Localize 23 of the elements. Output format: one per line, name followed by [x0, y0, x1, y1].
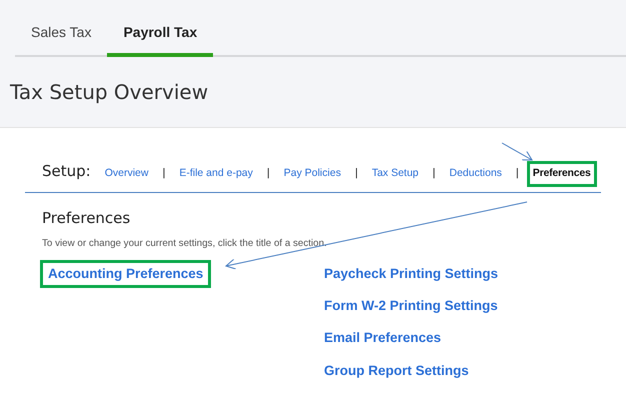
separator: |: [354, 166, 358, 181]
setup-link[interactable]: Deductions: [443, 161, 508, 187]
settings-link[interactable]: Form W-2 Printing Settings: [316, 292, 506, 320]
page-title: Tax Setup Overview: [10, 79, 210, 106]
settings-link[interactable]: Paycheck Printing Settings: [316, 260, 506, 288]
setup-link[interactable]: Tax Setup: [366, 161, 425, 187]
settings-link[interactable]: Email Preferences: [316, 324, 450, 353]
section-heading: Preferences: [42, 208, 132, 229]
tab[interactable]: Sales Tax: [15, 14, 108, 57]
setup-link[interactable]: Overview: [98, 161, 154, 187]
settings-link[interactable]: Accounting Preferences: [40, 260, 212, 288]
settings-link[interactable]: Group Report Settings: [316, 356, 477, 385]
setup-link[interactable]: Pay Policies: [278, 161, 347, 187]
setup-link[interactable]: Preferences: [526, 161, 597, 187]
instruction-text: To view or change your current settings, click the title of a section.: [42, 237, 328, 252]
setup-label: Setup:: [42, 161, 91, 182]
separator: |: [432, 166, 436, 181]
annotation-arrow: [502, 142, 532, 160]
separator: |: [266, 166, 270, 181]
setup-link[interactable]: E-file and e-pay: [173, 161, 259, 187]
separator: |: [162, 166, 166, 181]
separator: |: [516, 166, 519, 181]
tab[interactable]: Payroll Tax: [107, 14, 214, 57]
